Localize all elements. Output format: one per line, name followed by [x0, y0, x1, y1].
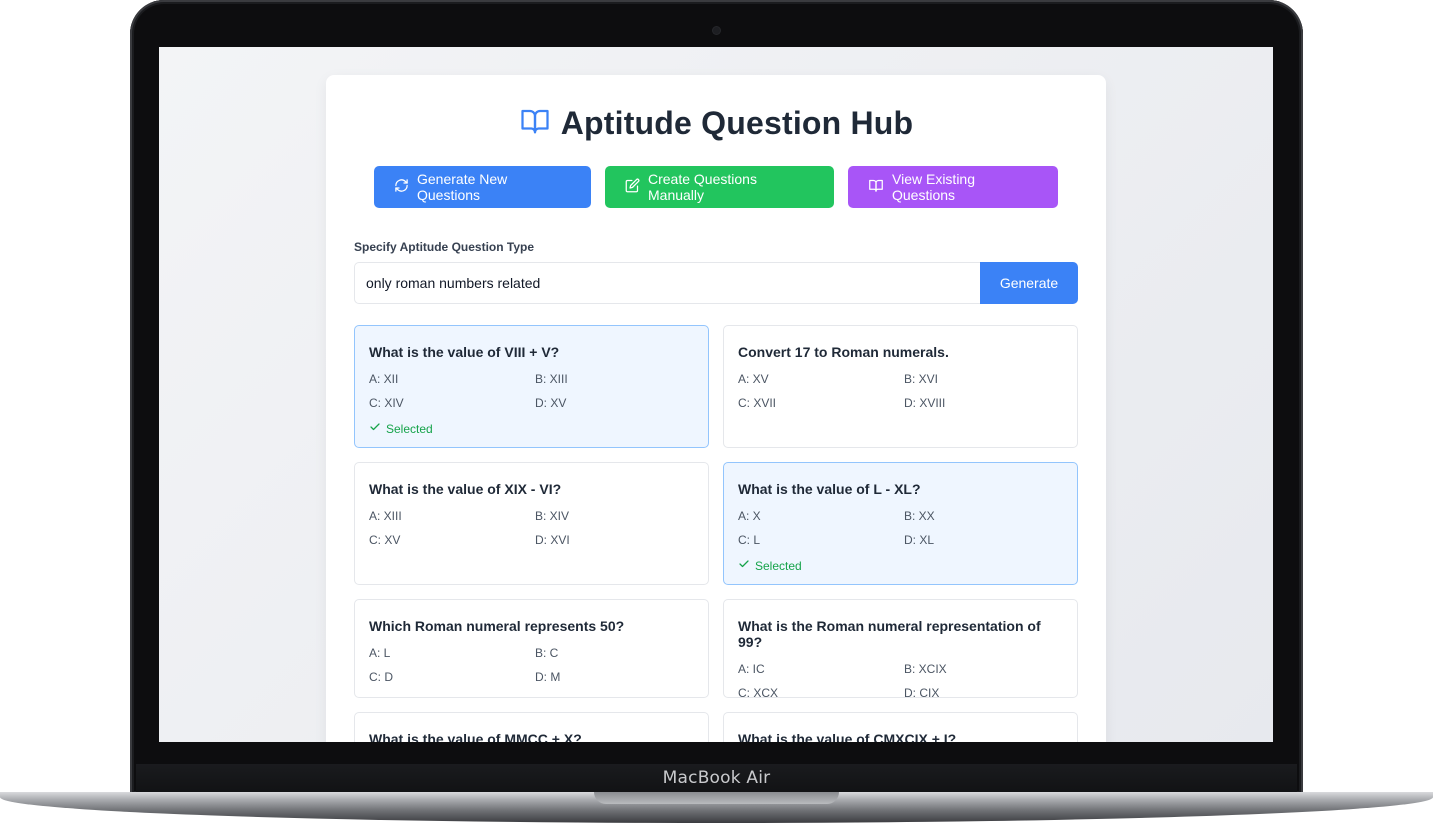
- option-c: C: XIV: [369, 396, 404, 410]
- view-existing-questions-button[interactable]: View Existing Questions: [848, 166, 1058, 208]
- options: A: X B: XX C: L D: XL: [738, 509, 1063, 547]
- view-existing-questions-label: View Existing Questions: [892, 171, 976, 203]
- options: A: XV B: XVI C: XVII D: XVIII: [738, 372, 1063, 410]
- option-d: D: XVI: [535, 533, 570, 547]
- option-c: C: D: [369, 670, 393, 684]
- option-b: B: C: [535, 646, 559, 660]
- option-a: A: XIII: [369, 509, 402, 523]
- create-questions-manually-label: Create Questions Manually: [648, 171, 757, 203]
- question-card[interactable]: What is the value of L - XL? A: X B: XX …: [723, 462, 1078, 585]
- question-card[interactable]: Convert 17 to Roman numerals. A: XV B: X…: [723, 325, 1078, 448]
- question-text: Which Roman numeral represents 50?: [369, 618, 625, 634]
- header: Aptitude Question Hub: [326, 105, 1106, 142]
- option-b: B: XX: [904, 509, 935, 523]
- page-title: Aptitude Question Hub: [560, 105, 914, 141]
- action-buttons: Generate New Questions Create Questions …: [326, 166, 1106, 208]
- laptop-hinge-notch: [594, 792, 839, 804]
- option-d: D: M: [535, 670, 561, 684]
- question-card[interactable]: What is the value of CMXCIX + I?: [723, 712, 1078, 742]
- question-card[interactable]: What is the value of VIII + V? A: XII B:…: [354, 325, 709, 448]
- question-text: What is the value of XIX - VI?: [369, 481, 562, 497]
- options: A: IC B: XCIX C: XCX D: CIX: [738, 662, 1063, 700]
- refresh-icon: [394, 178, 409, 196]
- question-text: What is the Roman numeral representation…: [738, 618, 1041, 650]
- question-card[interactable]: Which Roman numeral represents 50? A: L …: [354, 599, 709, 698]
- option-c: C: XVII: [738, 396, 777, 410]
- options: A: L B: C C: D D: M: [369, 646, 694, 684]
- question-text: What is the value of L - XL?: [738, 481, 921, 497]
- question-text: What is the value of CMXCIX + I?: [738, 731, 957, 742]
- option-a: A: X: [738, 509, 761, 523]
- generate-new-questions-button[interactable]: Generate New Questions: [374, 166, 591, 208]
- generate-new-questions-label: Generate New Questions: [417, 171, 508, 203]
- options: A: XIII B: XIV C: XV D: XVI: [369, 509, 694, 547]
- question-text: What is the value of MMCC + X?: [369, 731, 582, 742]
- option-c: C: XCX: [738, 686, 779, 700]
- selected-badge: Selected: [738, 558, 1063, 573]
- question-type-row: only roman numbers related Generate: [354, 262, 1078, 304]
- option-c: C: L: [738, 533, 761, 547]
- option-b: B: XCIX: [904, 662, 947, 676]
- check-icon: [369, 421, 381, 436]
- book-icon: [868, 178, 884, 196]
- camera-icon: [713, 27, 720, 34]
- question-text: What is the value of VIII + V?: [369, 344, 560, 360]
- device-brand: MacBook Air: [662, 768, 771, 788]
- book-open-icon: [519, 106, 551, 141]
- option-a: A: IC: [738, 662, 765, 676]
- selected-label: Selected: [386, 421, 433, 436]
- question-card[interactable]: What is the Roman numeral representation…: [723, 599, 1078, 700]
- check-icon: [738, 558, 750, 573]
- screen: Aptitude Question Hub Generate New Quest…: [159, 47, 1273, 742]
- option-a: A: L: [369, 646, 391, 660]
- options: A: XII B: XIII C: XIV D: XV: [369, 372, 694, 410]
- option-d: D: XVIII: [904, 396, 946, 410]
- question-type-label: Specify Aptitude Question Type: [354, 240, 535, 254]
- question-card[interactable]: What is the value of XIX - VI? A: XIII B…: [354, 462, 709, 585]
- selected-badge: Selected: [369, 421, 694, 436]
- question-type-input[interactable]: only roman numbers related: [354, 262, 980, 304]
- option-a: A: XII: [369, 372, 399, 386]
- option-d: D: XL: [904, 533, 935, 547]
- option-a: A: XV: [738, 372, 769, 386]
- option-b: B: XVI: [904, 372, 939, 386]
- generate-button[interactable]: Generate: [980, 262, 1078, 304]
- create-questions-manually-button[interactable]: Create Questions Manually: [605, 166, 834, 208]
- option-d: D: CIX: [904, 686, 940, 700]
- option-c: C: XV: [369, 533, 401, 547]
- question-text: Convert 17 to Roman numerals.: [738, 344, 949, 360]
- selected-label: Selected: [755, 558, 802, 573]
- option-d: D: XV: [535, 396, 567, 410]
- option-b: B: XIV: [535, 509, 570, 523]
- edit-icon: [625, 178, 640, 196]
- question-card[interactable]: What is the value of MMCC + X?: [354, 712, 709, 742]
- option-b: B: XIII: [535, 372, 568, 386]
- main-card: Aptitude Question Hub Generate New Quest…: [326, 75, 1106, 742]
